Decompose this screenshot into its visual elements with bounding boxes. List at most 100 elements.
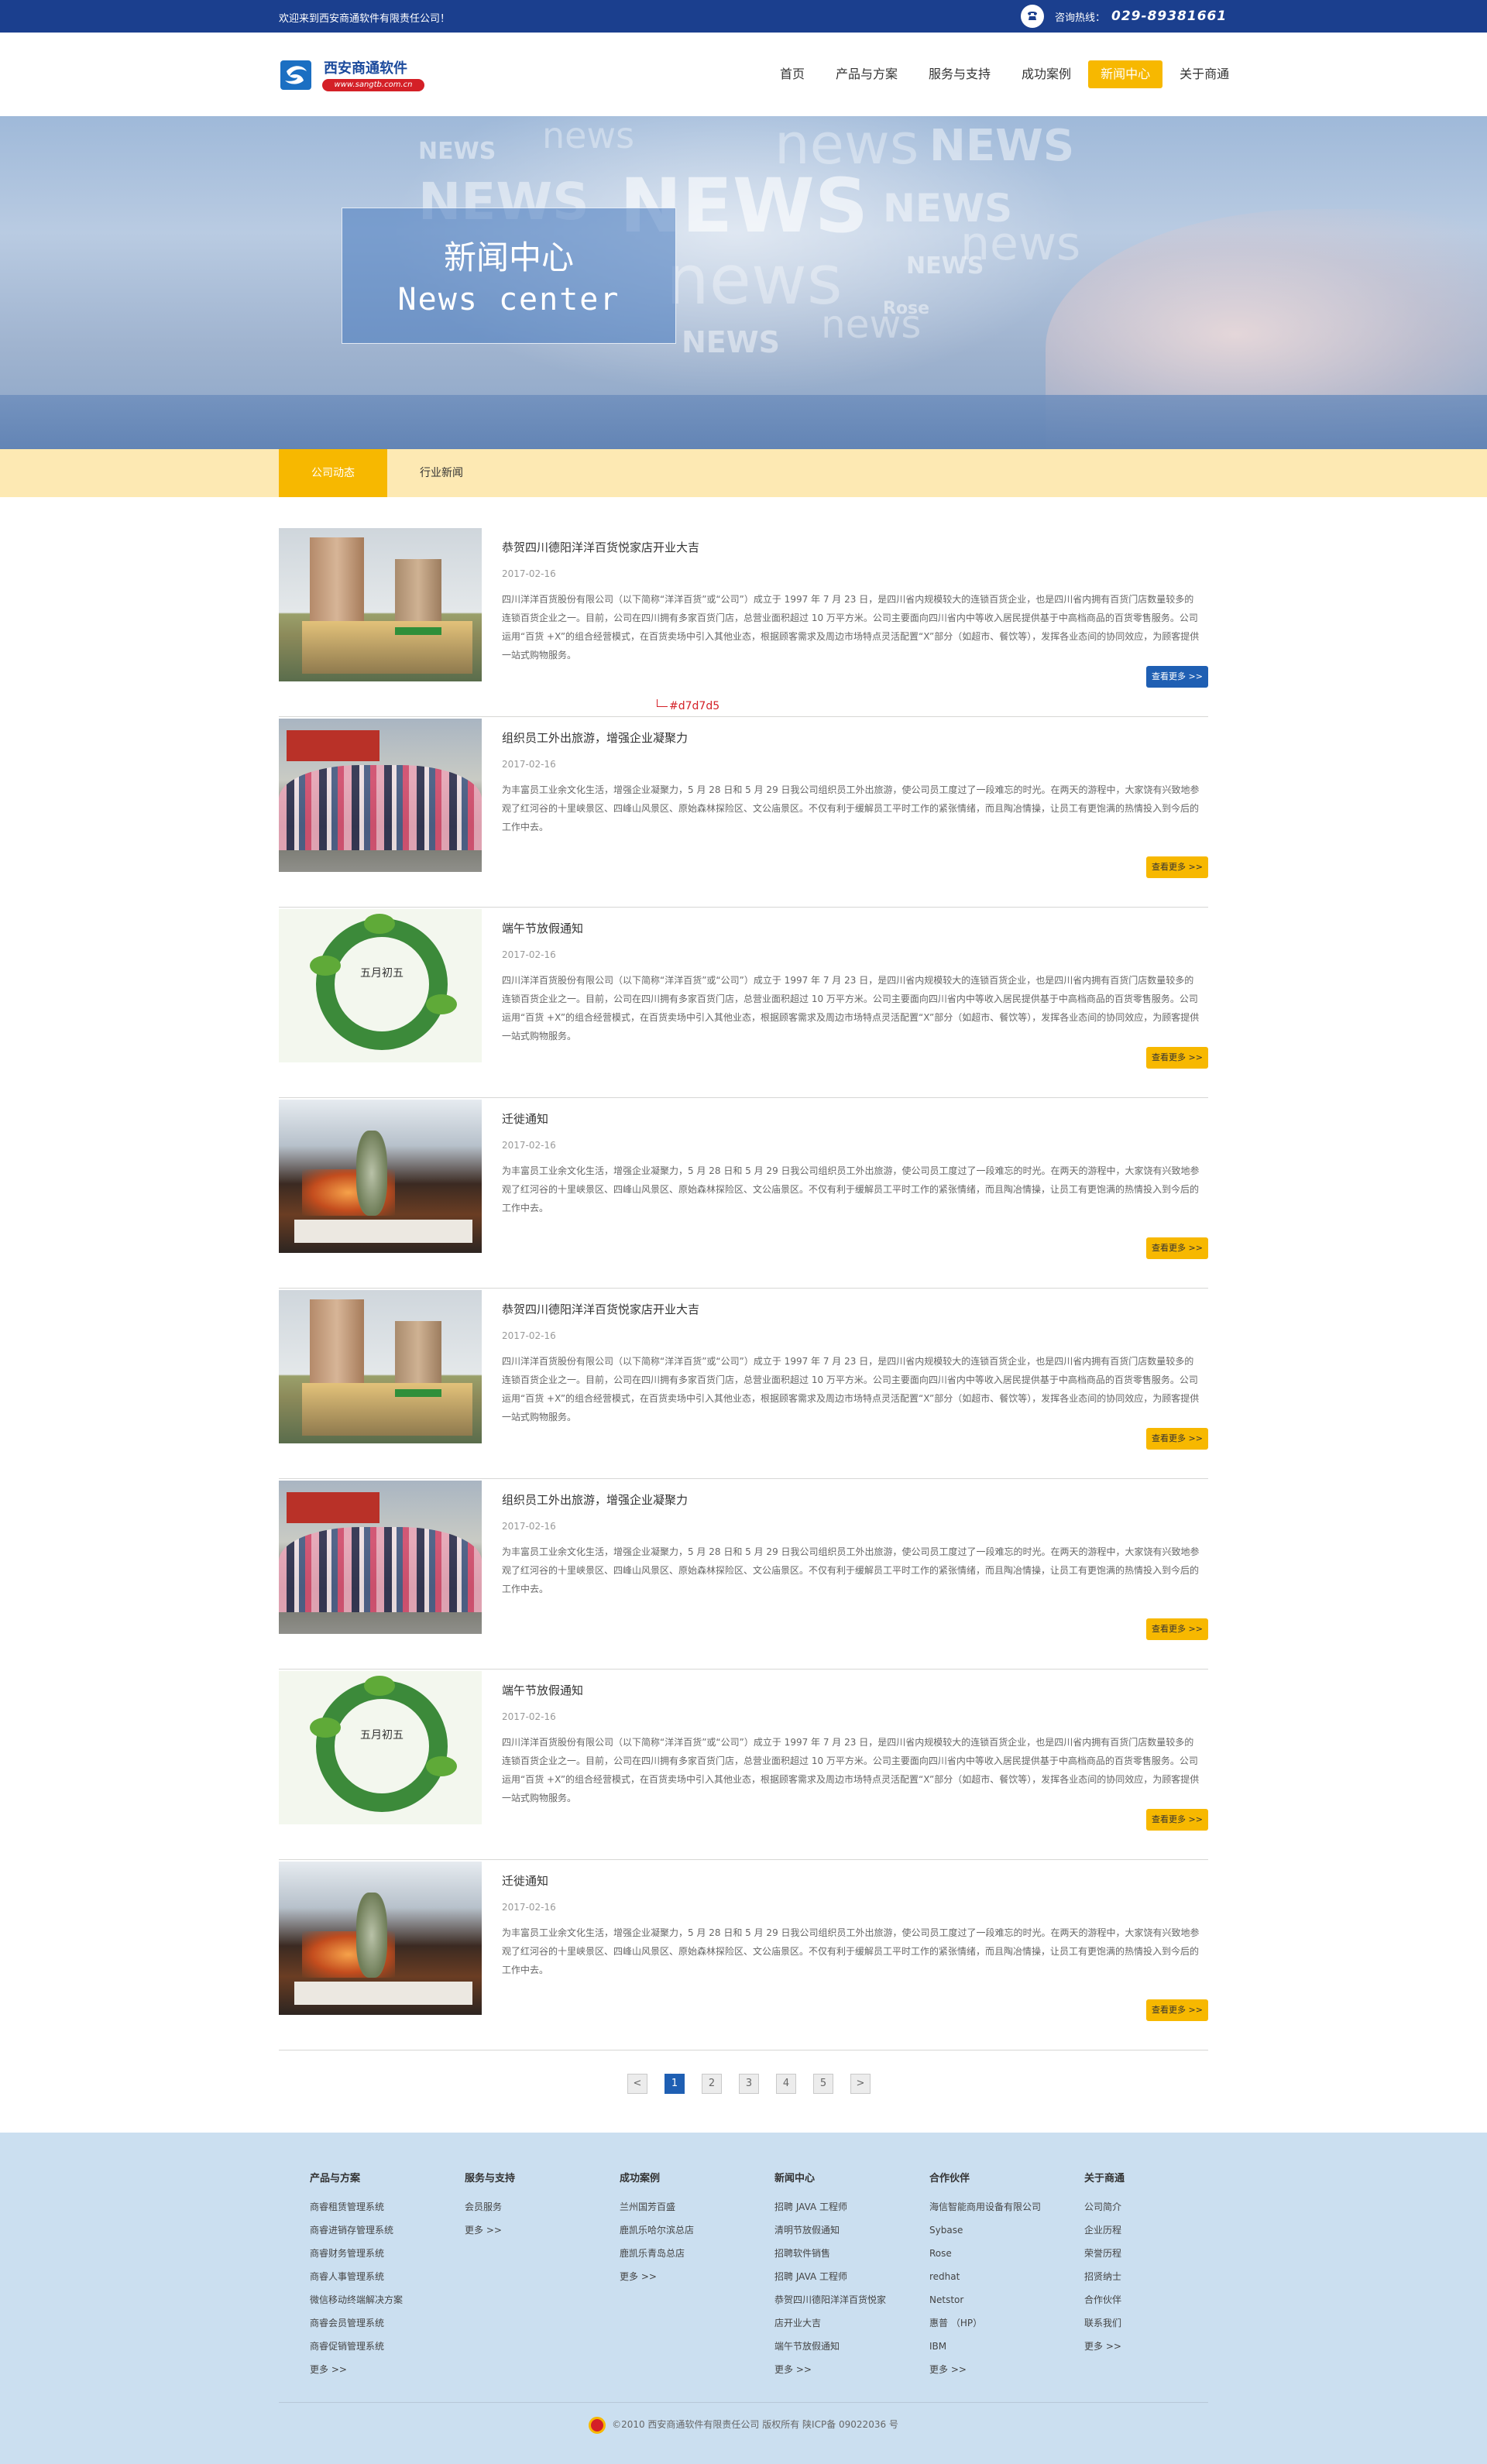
footer-link[interactable]: 更多 >> — [929, 2358, 1077, 2381]
copyright: ©2010 西安商通软件有限责任公司 版权所有 陕ICP备 09022036 号 — [0, 2413, 1487, 2436]
tab-industry-news[interactable]: 行业新闻 — [387, 449, 496, 497]
news-title[interactable]: 恭贺四川德阳洋洋百货悦家店开业大吉 — [502, 1301, 699, 1317]
footer-link[interactable]: 店开业大吉 — [774, 2311, 922, 2335]
footer-column-title: 服务与支持 — [465, 2173, 516, 2184]
nav-about[interactable]: 关于商通 — [1166, 60, 1243, 88]
footer-link[interactable]: 商睿进销存管理系统 — [310, 2219, 457, 2242]
read-more-button[interactable]: 查看更多 >> — [1146, 1809, 1208, 1831]
news-date: 2017-02-16 — [502, 1521, 556, 1532]
logo-url: www.sangtb.com.cn — [322, 79, 424, 91]
image-caption: 五月初五 — [360, 967, 404, 980]
footer-link[interactable]: 公司简介 — [1084, 2195, 1231, 2219]
next-page-button[interactable]: > — [850, 2074, 871, 2094]
footer-link[interactable]: redhat — [929, 2265, 1077, 2288]
footer-link[interactable]: 鹿凯乐哈尔滨总店 — [620, 2219, 767, 2242]
read-more-button[interactable]: 查看更多 >> — [1146, 856, 1208, 878]
banner-title-en: News center — [397, 282, 620, 317]
nav-home[interactable]: 首页 — [766, 60, 819, 88]
footer-link[interactable]: 兰州国芳百盛 — [620, 2195, 767, 2219]
footer-link[interactable]: 商睿会员管理系统 — [310, 2311, 457, 2335]
news-thumbnail[interactable] — [279, 1290, 482, 1443]
news-title[interactable]: 组织员工外出旅游，增强企业凝聚力 — [502, 1491, 688, 1508]
copyright-text: ©2010 西安商通软件有限责任公司 版权所有 陕ICP备 09022036 号 — [612, 2419, 898, 2430]
footer-link[interactable]: 端午节放假通知 — [774, 2335, 922, 2358]
read-more-button[interactable]: 查看更多 >> — [1146, 1428, 1208, 1450]
read-more-button[interactable]: 查看更多 >> — [1146, 1999, 1208, 2021]
footer-link[interactable]: Rose — [929, 2242, 1077, 2265]
read-more-button[interactable]: 查看更多 >> — [1146, 1047, 1208, 1069]
footer-link[interactable]: 更多 >> — [310, 2358, 457, 2381]
phone-icon — [1021, 5, 1044, 28]
footer-link[interactable]: 企业历程 — [1084, 2219, 1231, 2242]
prev-page-button[interactable]: < — [627, 2074, 647, 2094]
logo[interactable]: 西安商通软件 www.sangtb.com.cn — [279, 56, 426, 94]
nav-services[interactable]: 服务与支持 — [915, 60, 1004, 88]
page-button[interactable]: 1 — [665, 2074, 685, 2094]
news-title[interactable]: 组织员工外出旅游，增强企业凝聚力 — [502, 729, 688, 746]
footer-link[interactable]: 惠普 （HP） — [929, 2311, 1077, 2335]
footer-link[interactable]: 更多 >> — [620, 2265, 767, 2288]
footer-link[interactable]: 招聘 JAVA 工程师 — [774, 2195, 922, 2219]
image-detail — [310, 1718, 341, 1738]
footer-link[interactable]: Netstor — [929, 2288, 1077, 2311]
footer-link[interactable]: Sybase — [929, 2219, 1077, 2242]
footer-link[interactable]: 清明节放假通知 — [774, 2219, 922, 2242]
image-detail — [395, 627, 441, 635]
news-thumbnail[interactable] — [279, 528, 482, 681]
news-item: 五月初五 端午节放假通知 2017-02-16 四川洋洋百货股份有限公司（以下简… — [279, 908, 1208, 1098]
banner-bg-word: NEWS — [883, 186, 1013, 231]
banner-bg-word: NEWS — [906, 252, 984, 280]
news-thumbnail[interactable] — [279, 1862, 482, 2015]
banner-title-box: 新闻中心 News center — [342, 208, 676, 344]
footer-link[interactable]: 商睿促销管理系统 — [310, 2335, 457, 2358]
news-title[interactable]: 迁徙通知 — [502, 1110, 548, 1127]
page-button[interactable]: 4 — [776, 2074, 796, 2094]
news-thumbnail[interactable]: 五月初五 — [279, 909, 482, 1062]
footer-column-cases: 成功案例 兰州国芳百盛 鹿凯乐哈尔滨总店 鹿凯乐青岛总店 更多 >> — [620, 2170, 767, 2288]
footer-link[interactable]: 鹿凯乐青岛总店 — [620, 2242, 767, 2265]
image-detail — [302, 1383, 472, 1436]
image-detail — [395, 1389, 441, 1397]
footer-link[interactable]: 招聘软件销售 — [774, 2242, 922, 2265]
hotline-label: 咨询热线： — [1055, 12, 1106, 24]
footer-link[interactable]: 更多 >> — [465, 2219, 612, 2242]
news-thumbnail[interactable] — [279, 1481, 482, 1634]
footer-link[interactable]: 荣誉历程 — [1084, 2242, 1231, 2265]
read-more-button[interactable]: 查看更多 >> — [1146, 666, 1208, 688]
news-title[interactable]: 迁徙通知 — [502, 1872, 548, 1889]
footer-link[interactable]: 商睿财务管理系统 — [310, 2242, 457, 2265]
footer-link[interactable]: 微信移动终端解决方案 — [310, 2288, 457, 2311]
nav-cases[interactable]: 成功案例 — [1008, 60, 1085, 88]
footer-link[interactable]: 招聘 JAVA 工程师 — [774, 2265, 922, 2288]
news-thumbnail[interactable]: 五月初五 — [279, 1671, 482, 1824]
footer-link[interactable]: 恭贺四川德阳洋洋百货悦家 — [774, 2288, 922, 2311]
news-date: 2017-02-16 — [502, 1711, 556, 1722]
footer-link[interactable]: 商睿人事管理系统 — [310, 2265, 457, 2288]
page-button[interactable]: 2 — [702, 2074, 722, 2094]
chevron-left-icon: < — [633, 2078, 642, 2089]
read-more-button[interactable]: 查看更多 >> — [1146, 1237, 1208, 1259]
footer-link[interactable]: 海信智能商用设备有限公司 — [929, 2195, 1077, 2219]
page-button[interactable]: 5 — [813, 2074, 833, 2094]
footer-link[interactable]: 招贤纳士 — [1084, 2265, 1231, 2288]
news-summary: 为丰富员工业余文化生活，增强企业凝聚力，5 月 28 日和 5 月 29 日我公… — [502, 1165, 1200, 1213]
logo-name: 西安商通软件 — [324, 60, 407, 77]
tab-company-news[interactable]: 公司动态 — [279, 449, 387, 497]
footer-link[interactable]: 会员服务 — [465, 2195, 612, 2219]
news-title[interactable]: 端午节放假通知 — [502, 920, 583, 936]
nav-news[interactable]: 新闻中心 — [1088, 60, 1163, 88]
news-thumbnail[interactable] — [279, 1100, 482, 1253]
news-title[interactable]: 恭贺四川德阳洋洋百货悦家店开业大吉 — [502, 539, 699, 555]
footer-link[interactable]: 商睿租赁管理系统 — [310, 2195, 457, 2219]
nav-products[interactable]: 产品与方案 — [822, 60, 912, 88]
read-more-button[interactable]: 查看更多 >> — [1146, 1618, 1208, 1640]
footer-link[interactable]: IBM — [929, 2335, 1077, 2358]
footer-link[interactable]: 更多 >> — [774, 2358, 922, 2381]
news-thumbnail[interactable] — [279, 719, 482, 872]
footer-link[interactable]: 更多 >> — [1084, 2335, 1231, 2358]
hotline: 咨询热线： 029-89381661 — [1021, 5, 1227, 28]
news-title[interactable]: 端午节放假通知 — [502, 1682, 583, 1698]
page-button[interactable]: 3 — [739, 2074, 759, 2094]
footer-link[interactable]: 合作伙伴 — [1084, 2288, 1231, 2311]
footer-link[interactable]: 联系我们 — [1084, 2311, 1231, 2335]
